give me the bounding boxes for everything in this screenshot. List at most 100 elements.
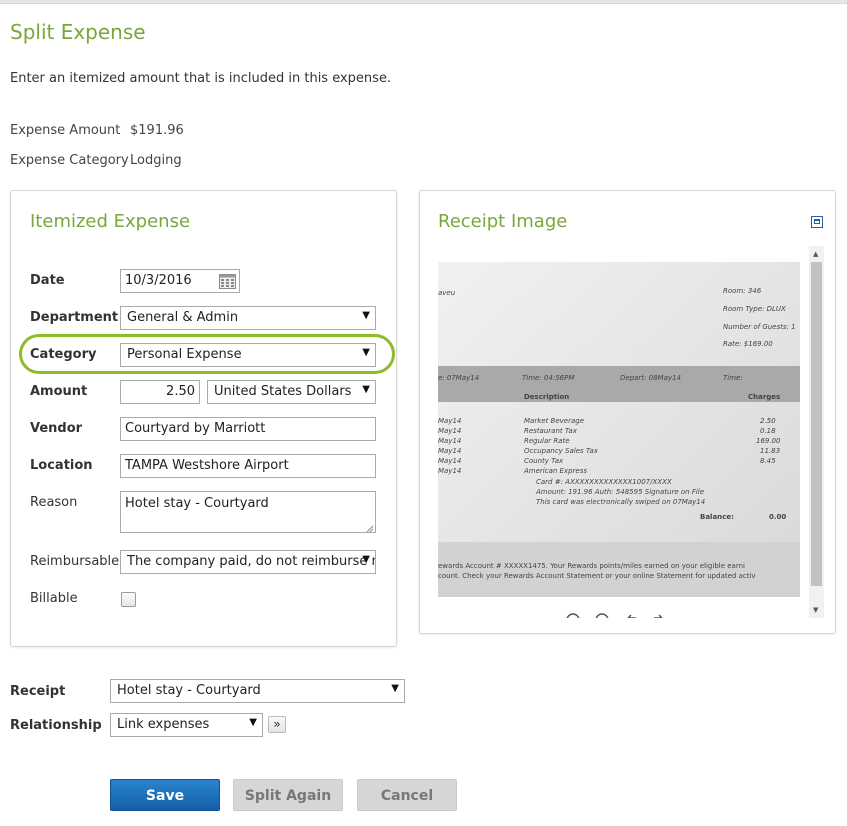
expense-amount-row: Expense Amount $191.96 [10, 123, 184, 138]
receipt-amount-line: Amount: 191.96 Auth: 548595 Signature on… [536, 488, 705, 496]
scroll-up-arrow-icon[interactable]: ▲ [813, 250, 818, 258]
receipt-amount: 8.45 [760, 457, 776, 465]
relationship-select[interactable]: Link expenses ▼ [110, 713, 263, 737]
location-input[interactable]: TAMPA Westshore Airport [120, 454, 376, 478]
calendar-icon[interactable] [219, 273, 236, 289]
chevron-down-icon: ▼ [391, 683, 399, 694]
receipt-date-row: May14 [438, 437, 462, 445]
receipt-item: Restaurant Tax [524, 427, 577, 435]
reason-label: Reason [30, 495, 78, 510]
receipt-image[interactable]: Room: 346 Room Type: DLUX Number of Gues… [438, 262, 800, 597]
receipt-select[interactable]: Hotel stay - Courtyard ▼ [110, 679, 405, 703]
receipt-rate: Rate: $169.00 [723, 340, 773, 348]
resize-handle-icon[interactable] [365, 522, 374, 533]
rotate-left-icon[interactable] [627, 614, 636, 618]
receipt-item: Market Beverage [524, 417, 585, 425]
reimbursable-value: The company paid, do not reimburse me [127, 554, 376, 569]
receipt-depart: Depart: 08May14 [620, 374, 681, 382]
zoom-out-icon[interactable] [595, 613, 609, 618]
save-button[interactable]: Save [110, 779, 220, 811]
billable-label: Billable [30, 591, 78, 606]
reimbursable-label: Reimbursable [30, 554, 120, 569]
maximize-icon[interactable] [811, 216, 823, 228]
double-chevron-right-icon: » [273, 717, 281, 731]
relationship-label: Relationship [10, 718, 102, 733]
receipt-date-row: May14 [438, 467, 462, 475]
vendor-label: Vendor [30, 421, 83, 436]
cancel-button[interactable]: Cancel [357, 779, 457, 811]
receipt-balance-value: 0.00 [769, 513, 787, 521]
receipt-amount: 0.18 [760, 427, 776, 435]
receipt-card-line: Card #: AXXXXXXXXXXXXX1007/XXXX [536, 478, 672, 486]
amount-input[interactable]: 2.50 [120, 380, 200, 404]
itemized-expense-title: Itemized Expense [30, 211, 191, 232]
receipt-rewards-line1: ewards Account # XXXXX1475. Your Rewards… [438, 562, 745, 570]
category-value: Personal Expense [127, 347, 242, 362]
scroll-down-arrow-icon[interactable]: ▼ [813, 606, 818, 614]
amount-label: Amount [30, 384, 88, 399]
receipt-amount: 2.50 [760, 417, 776, 425]
receipt-description-header: Description [524, 393, 570, 401]
scrollbar-thumb[interactable] [811, 262, 822, 586]
expense-amount-label: Expense Amount [10, 123, 121, 138]
receipt-time: Time: 04:56PM [522, 374, 575, 382]
date-value: 10/3/2016 [125, 273, 192, 288]
date-input[interactable]: 10/3/2016 [120, 269, 240, 293]
chevron-down-icon: ▼ [362, 347, 370, 358]
expense-category-label: Expense Category [10, 153, 129, 168]
receipt-arrival: e: 07May14 [438, 374, 480, 382]
receipt-item: County Tax [524, 457, 564, 465]
expand-relationship-button[interactable]: » [268, 716, 286, 733]
receipt-label: Receipt [10, 684, 66, 699]
receipt-swiped-line: This card was electronically swiped on 0… [536, 498, 706, 506]
expense-category-row: Expense CategoryLodging [10, 153, 182, 168]
receipt-left-top: aveu [438, 289, 456, 297]
receipt-date-row: May14 [438, 417, 462, 425]
receipt-item: Occupancy Sales Tax [524, 447, 598, 455]
receipt-amount: 11.83 [760, 447, 781, 455]
category-label: Category [30, 347, 97, 362]
zoom-in-icon[interactable] [566, 613, 580, 618]
location-value: TAMPA Westshore Airport [125, 458, 289, 473]
chevron-down-icon: ▼ [249, 717, 257, 728]
receipt-room: Room: 346 [723, 287, 762, 295]
department-value: General & Admin [127, 310, 239, 325]
top-border [0, 0, 847, 4]
vendor-input[interactable]: Courtyard by Marriott [120, 417, 376, 441]
receipt-rewards-line2: count. Check your Rewards Account Statem… [438, 572, 756, 580]
receipt-amount: 169.00 [756, 437, 781, 445]
vendor-value: Courtyard by Marriott [125, 421, 266, 436]
department-label: Department [30, 310, 119, 325]
department-select[interactable]: General & Admin ▼ [120, 306, 376, 330]
category-select[interactable]: Personal Expense ▼ [120, 343, 376, 367]
reason-value: Hotel stay - Courtyard [125, 496, 269, 511]
page-intro: Enter an itemized amount that is include… [10, 71, 392, 86]
itemized-expense-panel: Itemized Expense Date 10/3/2016 Departme… [10, 190, 397, 647]
receipt-date-row: May14 [438, 427, 462, 435]
expense-amount-value: $191.96 [130, 123, 184, 138]
billable-checkbox[interactable] [121, 592, 136, 607]
receipt-date-row: May14 [438, 457, 462, 465]
receipt-item: American Express [524, 467, 588, 475]
receipt-item: Regular Rate [524, 437, 570, 445]
receipt-room-type: Room Type: DLUX [723, 305, 786, 313]
receipt-charges-header: Charges [748, 393, 781, 401]
date-label: Date [30, 273, 65, 288]
currency-select[interactable]: United States Dollars ▼ [207, 380, 376, 404]
receipt-image-title: Receipt Image [438, 211, 568, 232]
amount-value: 2.50 [166, 384, 195, 399]
receipt-date-row: May14 [438, 447, 462, 455]
chevron-down-icon: ▼ [362, 554, 370, 565]
rotate-right-icon[interactable] [654, 614, 663, 618]
receipt-balance-label: Balance: [700, 513, 734, 521]
relationship-value: Link expenses [117, 717, 210, 732]
reimbursable-select[interactable]: The company paid, do not reimburse me ▼ [120, 550, 376, 574]
split-again-button[interactable]: Split Again [233, 779, 343, 811]
currency-value: United States Dollars [214, 384, 352, 399]
image-toolbar [562, 610, 682, 618]
expense-category-value: Lodging [130, 153, 182, 168]
receipt-scrollbar[interactable]: ▲ ▼ [809, 246, 824, 618]
receipt-time2: Time: [723, 374, 743, 382]
reason-textarea[interactable]: Hotel stay - Courtyard [120, 491, 376, 533]
chevron-down-icon: ▼ [362, 384, 370, 395]
